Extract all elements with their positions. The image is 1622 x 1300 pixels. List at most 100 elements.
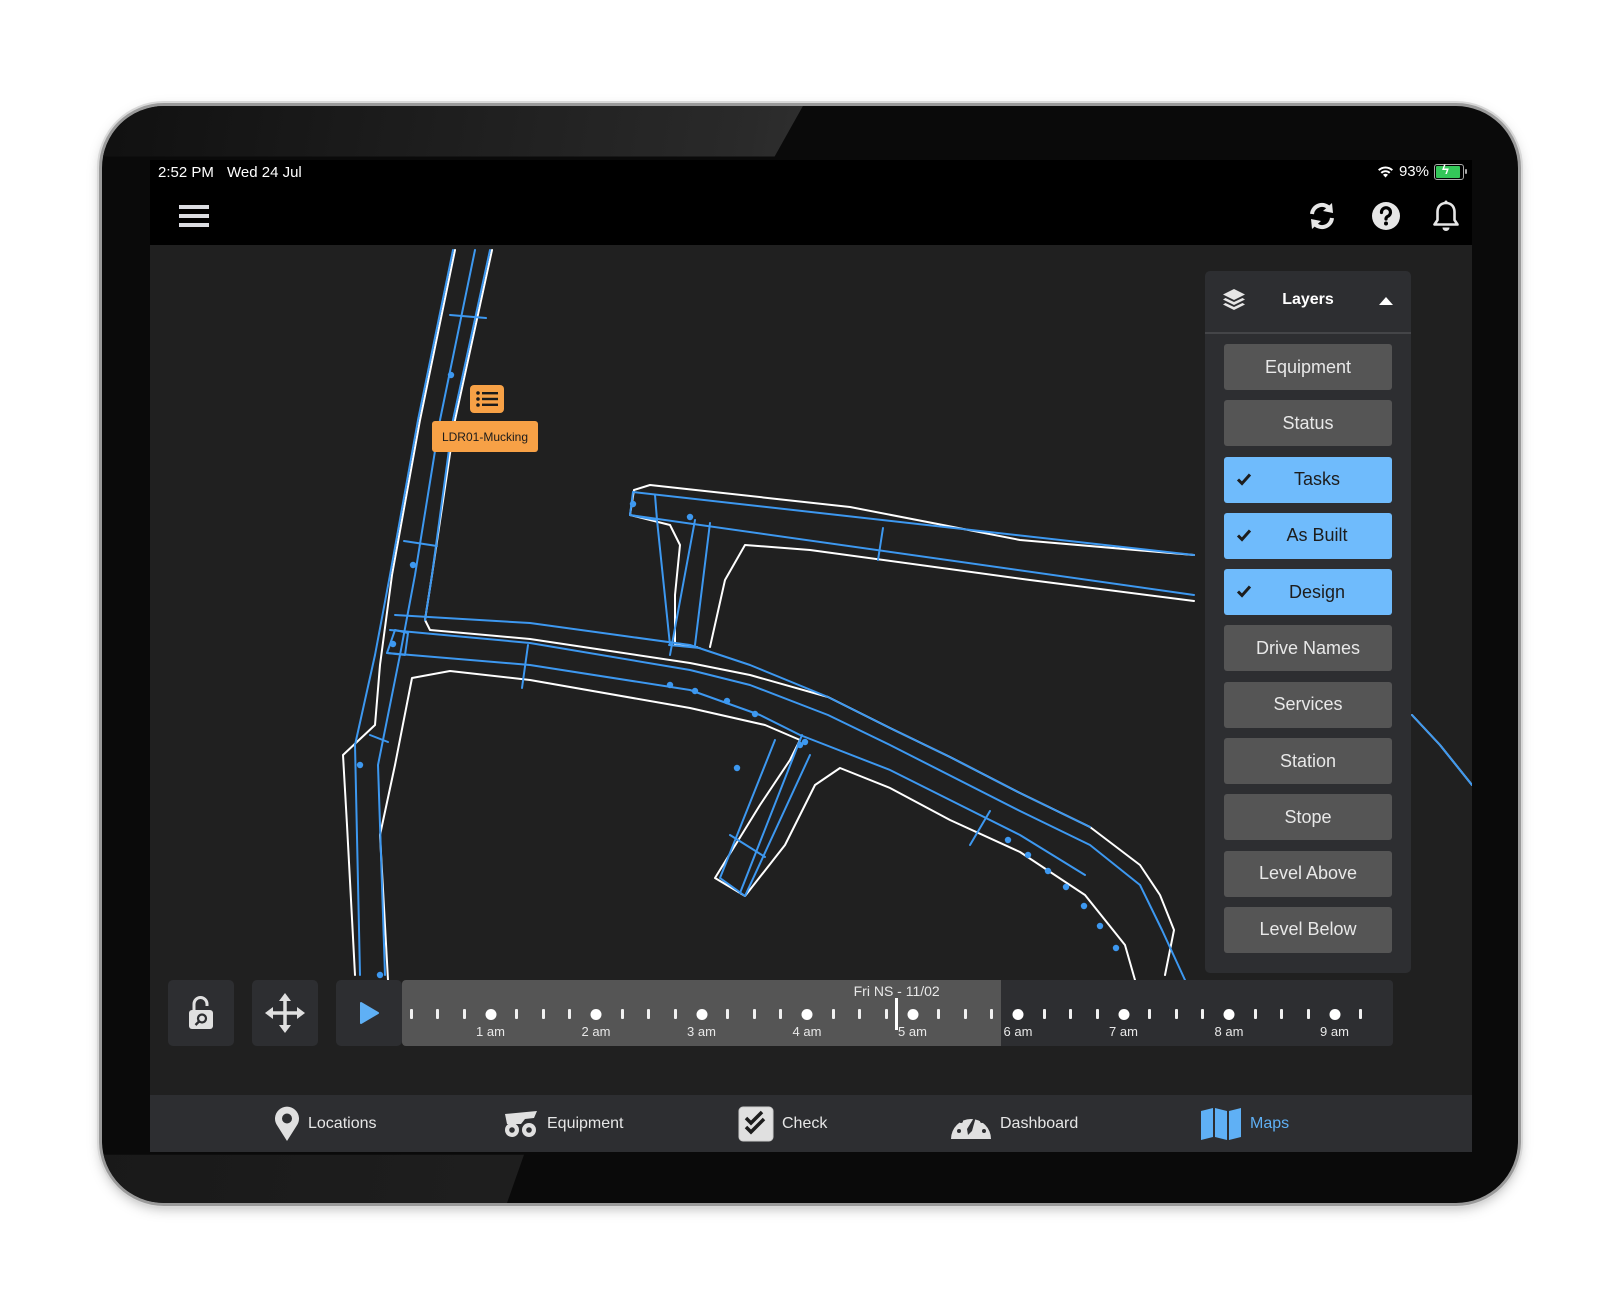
timeline-tick: [752, 1009, 756, 1019]
layers-panel-header[interactable]: Layers: [1205, 271, 1411, 334]
timeline-tick: [515, 1009, 519, 1019]
timeline-tick: [831, 1009, 835, 1019]
survey-points: [356, 371, 1120, 979]
timeline-tick: [1359, 1009, 1363, 1019]
tab-label: Maps: [1250, 1114, 1290, 1132]
tab-locations[interactable]: Locations: [274, 1095, 377, 1152]
task-marker-button[interactable]: [470, 385, 504, 413]
menu-button[interactable]: [178, 200, 210, 232]
status-indicators: 93% ϟ: [1377, 161, 1467, 180]
layers-panel: Layers Equipment Status Tasks As Built D…: [1205, 271, 1411, 973]
timeline-tick: [1069, 1009, 1073, 1019]
hamburger-menu-icon: [179, 205, 209, 227]
timeline-tick: [568, 1009, 572, 1019]
layer-toggle-list: Equipment Status Tasks As Built Design D…: [1224, 344, 1392, 963]
notifications-button[interactable]: [1428, 198, 1464, 234]
mine-map-canvas[interactable]: LDR01-Mucking Layers Equipment Status Ta…: [150, 245, 1472, 1095]
layer-label: Station: [1279, 750, 1337, 771]
shift-label: Fri NS - 11/02: [853, 983, 940, 999]
tab-label: Equipment: [547, 1114, 624, 1132]
layer-toggle-station[interactable]: Station: [1224, 738, 1392, 785]
timeline-tick: [462, 1009, 466, 1019]
current-time-indicator[interactable]: [895, 998, 899, 1030]
timeline-tick: [409, 1009, 413, 1019]
timeline-hour-label: 7 am: [1109, 1024, 1138, 1039]
pan-map-button[interactable]: [252, 980, 318, 1046]
layer-toggle-design[interactable]: Design: [1224, 569, 1392, 616]
tab-dashboard[interactable]: Dashboard: [950, 1095, 1078, 1152]
checklist-icon: [738, 1106, 774, 1141]
timeline-hour-marker: [801, 1009, 813, 1020]
status-bar: 2:52 PM Wed 24 Jul 93% ϟ: [150, 160, 1472, 188]
layer-toggle-tasks[interactable]: Tasks: [1224, 456, 1392, 503]
layer-toggle-level-above[interactable]: Level Above: [1224, 850, 1392, 897]
timeline-tick: [436, 1009, 440, 1019]
check-icon: [1236, 582, 1252, 603]
question-circle-icon: [1372, 202, 1400, 230]
timeline-tick: [1095, 1009, 1099, 1019]
timeline-tick: [541, 1009, 545, 1019]
layer-label: Stope: [1284, 806, 1332, 827]
timeline-tick: [673, 1009, 677, 1019]
timeline-tick: [1042, 1009, 1046, 1019]
charging-bolt-icon: ϟ: [1442, 161, 1449, 177]
layer-toggle-level-below[interactable]: Level Below: [1224, 906, 1392, 953]
timeline-hour-marker: [696, 1009, 707, 1020]
status-time: 2:52 PM: [158, 164, 214, 181]
tab-label: Dashboard: [1000, 1114, 1079, 1132]
timeline-hour-marker: [1329, 1009, 1340, 1020]
timeline-tick: [1280, 1009, 1284, 1019]
timeline-tick: [726, 1009, 730, 1019]
timeline-tick: [1201, 1009, 1205, 1019]
help-button[interactable]: [1368, 198, 1404, 234]
layer-label: Tasks: [1293, 469, 1340, 490]
shift-timeline-scrubber[interactable]: Fri NS - 11/02 1 am 2 am 3 am 4 am 5 am 6 am 7…: [402, 980, 1393, 1046]
timeline-hour-label: 6 am: [1003, 1024, 1033, 1039]
timeline-hour-label: 3 am: [687, 1024, 716, 1039]
map-pin-icon: [275, 1106, 299, 1141]
bell-icon: [1433, 200, 1459, 231]
timeline-hour-label: 9 am: [1320, 1024, 1349, 1039]
haul-truck-icon: [505, 1110, 537, 1137]
timeline-hour-marker: [1012, 1009, 1024, 1020]
timeline-tick: [1253, 1009, 1257, 1019]
collapse-caret-icon[interactable]: [1379, 297, 1393, 305]
timeline-hour-marker: [907, 1009, 918, 1020]
timeline-tick: [1306, 1009, 1310, 1019]
layer-toggle-stope[interactable]: Stope: [1224, 794, 1392, 841]
layer-label: Level Below: [1259, 919, 1357, 940]
timeline-tick: [937, 1009, 941, 1019]
layer-toggle-status[interactable]: Status: [1224, 400, 1392, 447]
timeline-hour-marker: [590, 1009, 602, 1020]
sync-button[interactable]: [1304, 198, 1340, 234]
layer-label: Design: [1288, 581, 1346, 602]
timeline-tick: [858, 1009, 862, 1019]
tab-check[interactable]: Check: [738, 1095, 827, 1152]
layer-toggle-as-built[interactable]: As Built: [1224, 512, 1392, 559]
play-timeline-button[interactable]: [336, 980, 402, 1046]
timeline-tick: [884, 1009, 888, 1019]
timeline-tick: [647, 1009, 651, 1019]
task-label[interactable]: LDR01-Mucking: [432, 421, 538, 452]
play-icon: [360, 1002, 379, 1024]
timeline-hour-label: 8 am: [1214, 1024, 1244, 1039]
sync-icon: [1310, 202, 1334, 230]
layer-toggle-services[interactable]: Services: [1224, 681, 1392, 728]
timeline-hour-marker: [1118, 1009, 1129, 1020]
tab-equipment[interactable]: Equipment: [503, 1095, 624, 1152]
layer-label: Drive Names: [1255, 637, 1361, 658]
layer-label: Status: [1282, 412, 1334, 433]
tab-label: Check: [782, 1114, 828, 1132]
layer-toggle-equipment[interactable]: Equipment: [1224, 344, 1392, 390]
lock-map-button[interactable]: [168, 980, 234, 1046]
tab-maps[interactable]: Maps: [1200, 1095, 1289, 1152]
folded-map-icon: [1201, 1107, 1241, 1140]
list-icon: [476, 391, 498, 407]
top-app-bar: [150, 188, 1472, 245]
timeline-hour-label: 5 am: [898, 1024, 927, 1039]
timeline-hour-marker: [485, 1009, 496, 1020]
layer-toggle-drive-names[interactable]: Drive Names: [1224, 625, 1392, 672]
wifi-icon: [1377, 166, 1393, 178]
layer-label: Services: [1273, 694, 1343, 715]
timeline-hour-label: 2 am: [581, 1024, 611, 1039]
